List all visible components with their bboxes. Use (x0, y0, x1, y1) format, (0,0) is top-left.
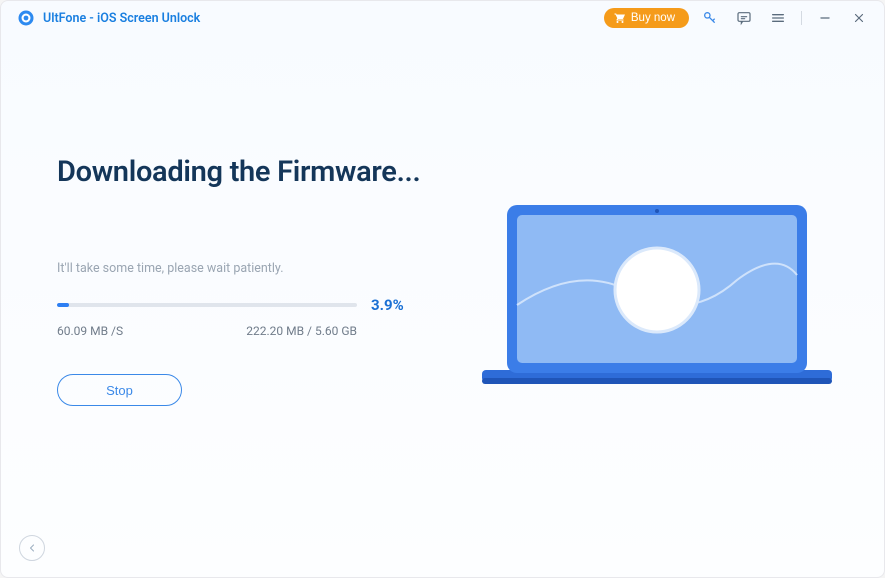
progress-bar (57, 303, 357, 307)
progress-fill (57, 303, 69, 307)
download-speed: 60.09 MB /S (57, 324, 123, 338)
download-stats: 60.09 MB /S 222.20 MB / 5.60 GB (57, 324, 357, 338)
buy-now-button[interactable]: Buy now (604, 8, 689, 28)
page-title: Downloading the Firmware... (57, 155, 457, 189)
app-title: UltFone - iOS Screen Unlock (43, 11, 200, 26)
cart-icon (614, 12, 626, 24)
download-panel: Downloading the Firmware... It'll take s… (57, 155, 457, 415)
menu-icon[interactable] (765, 5, 791, 31)
back-button[interactable] (19, 535, 45, 561)
download-size: 222.20 MB / 5.60 GB (246, 324, 357, 338)
key-icon[interactable] (697, 5, 723, 31)
progress-row: 3.9% (57, 296, 457, 314)
buy-now-label: Buy now (631, 12, 675, 24)
titlebar-separator (801, 11, 802, 25)
feedback-icon[interactable] (731, 5, 757, 31)
stop-button[interactable]: Stop (57, 374, 182, 406)
wait-text: It'll take some time, please wait patien… (57, 261, 457, 276)
titlebar: UltFone - iOS Screen Unlock Buy now (1, 1, 884, 35)
minimize-button[interactable] (812, 5, 838, 31)
main-content: Downloading the Firmware... It'll take s… (1, 35, 884, 415)
close-button[interactable] (846, 5, 872, 31)
illustration-panel (477, 155, 837, 415)
app-window: UltFone - iOS Screen Unlock Buy now (0, 0, 885, 578)
app-logo-icon (17, 9, 35, 27)
progress-percent: 3.9% (371, 296, 404, 314)
arrow-left-icon (26, 542, 38, 554)
laptop-illustration (477, 195, 837, 415)
